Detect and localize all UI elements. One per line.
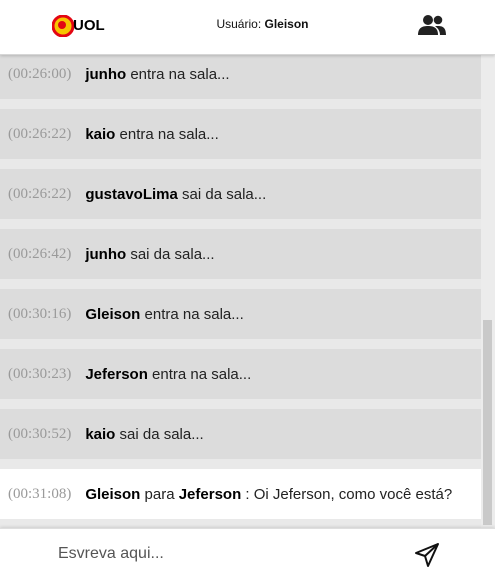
message-time: (00:26:22) (8, 125, 72, 142)
message-status: (00:26:00) junho entra na sala... (0, 55, 481, 99)
message-time: (00:31:08) (8, 485, 72, 502)
message-text: entra na sala... (144, 305, 244, 323)
people-icon (418, 15, 446, 35)
message-time: (00:30:16) (8, 305, 72, 322)
message-recipient: Jeferson (178, 485, 242, 503)
user-name: Gleison (264, 17, 309, 31)
message-text: entra na sala... (119, 125, 219, 143)
message-status: (00:26:22) kaio entra na sala... (0, 109, 481, 159)
message-user: gustavoLima (85, 185, 178, 203)
message-time: (00:26:00) (8, 65, 72, 82)
message-list: (00:26:00) junho entra na sala... (00:26… (0, 55, 481, 528)
message-user: kaio (85, 125, 116, 143)
message-status: (00:30:23) Jeferson entra na sala... (0, 349, 481, 399)
message-status: (00:26:22) gustavoLima sai da sala... (0, 169, 481, 219)
message-chat: (00:31:08) Gleison para Jeferson : Oi Je… (0, 469, 481, 519)
message-time: (00:30:23) (8, 365, 72, 382)
message-time: (00:26:22) (8, 185, 72, 202)
participants-button[interactable] (417, 13, 447, 37)
send-icon (415, 543, 439, 567)
message-status: (00:30:16) Gleison entra na sala... (0, 289, 481, 339)
message-text: entra na sala... (152, 365, 252, 383)
message-user: Gleison (85, 485, 141, 503)
message-text: : Oi Jeferson, como você está? (245, 485, 453, 503)
message-to-word: para (144, 485, 175, 503)
message-text: sai da sala... (130, 245, 215, 263)
message-time: (00:26:42) (8, 245, 72, 262)
scrollbar-thumb[interactable] (483, 320, 492, 525)
header: UOL Usuário: Gleison (0, 0, 495, 55)
message-input[interactable] (58, 539, 388, 569)
message-time: (00:30:52) (8, 425, 72, 442)
send-button[interactable] (413, 541, 441, 569)
message-user: Jeferson (85, 365, 148, 383)
message-user: junho (85, 245, 127, 263)
message-status: (00:30:52) kaio sai da sala... (0, 409, 481, 459)
user-label: Usuário: (216, 17, 262, 31)
message-status: (00:26:42) junho sai da sala... (0, 229, 481, 279)
message-user: junho (85, 65, 127, 83)
message-text: sai da sala... (119, 425, 204, 443)
message-user: kaio (85, 425, 116, 443)
message-text: sai da sala... (182, 185, 267, 203)
footer (0, 528, 495, 578)
message-text: entra na sala... (130, 65, 230, 83)
scrollbar[interactable] (481, 55, 495, 528)
message-user: Gleison (85, 305, 141, 323)
